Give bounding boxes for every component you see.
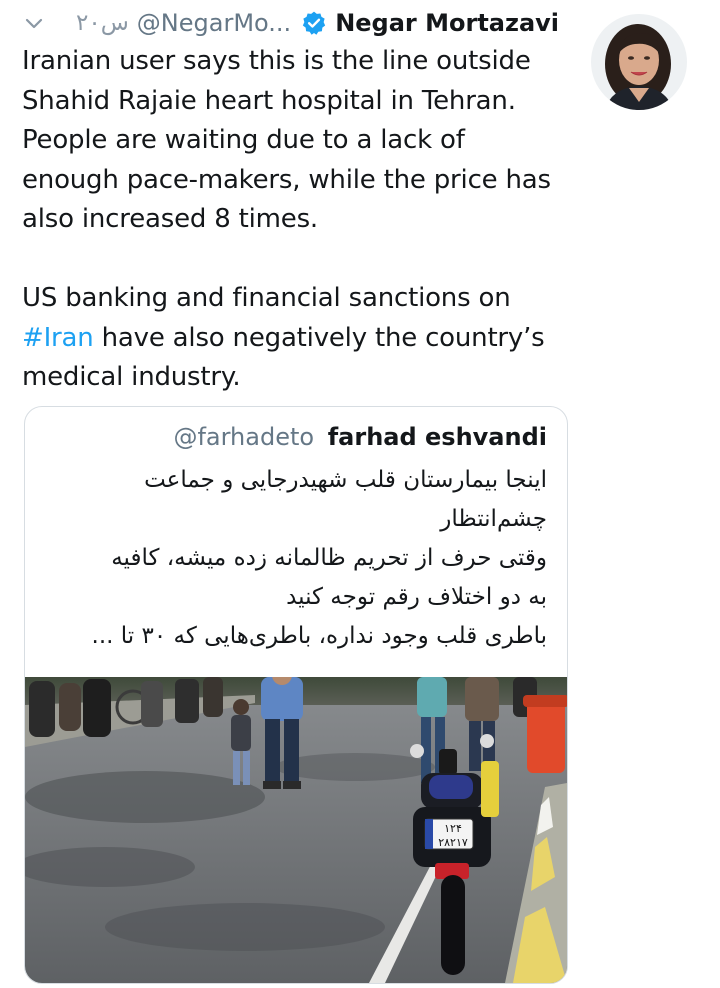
tweet: ۲۰س @NegarMo... Negar Mortazavi Iranian … <box>0 0 720 988</box>
author-display-name[interactable]: Negar Mortazavi <box>335 9 559 37</box>
hashtag-link[interactable]: #Iran <box>22 323 94 353</box>
street-motorcycle-photo: ۱۲۴ ۲۸۲۱۷ <box>25 677 567 983</box>
tweet-header: ۲۰س @NegarMo... Negar Mortazavi <box>22 4 570 42</box>
tweet-text: Iranian user says this is the line outsi… <box>22 42 582 398</box>
quoted-tweet-text: اینجا بیمارستان قلب شهیدرجایی و جماعت چش… <box>91 467 547 649</box>
plate-top: ۱۲۴ <box>444 822 462 835</box>
tweet-paragraph-2: US banking and financial sanctions on #I… <box>22 283 545 392</box>
quoted-tweet-header: @farhadeto farhad eshvandi <box>173 423 547 451</box>
avatar[interactable] <box>591 14 687 110</box>
quoted-tweet-card[interactable]: @farhadeto farhad eshvandi اینجا بیمارست… <box>24 406 568 984</box>
quoted-author-handle[interactable]: @farhadeto <box>173 423 314 451</box>
plate-bottom: ۲۸۲۱۷ <box>438 836 468 849</box>
verified-badge-icon <box>303 11 326 35</box>
avatar-photo <box>591 14 687 110</box>
tweet-paragraph-1: Iranian user says this is the line outsi… <box>22 46 551 234</box>
quoted-author-display-name[interactable]: farhad eshvandi <box>328 423 547 451</box>
quoted-tweet-photo[interactable]: ۱۲۴ ۲۸۲۱۷ <box>25 677 567 983</box>
chevron-down-icon[interactable] <box>22 11 46 35</box>
author-handle[interactable]: @NegarMo... <box>137 9 291 37</box>
tweet-timestamp[interactable]: ۲۰س <box>76 10 129 36</box>
